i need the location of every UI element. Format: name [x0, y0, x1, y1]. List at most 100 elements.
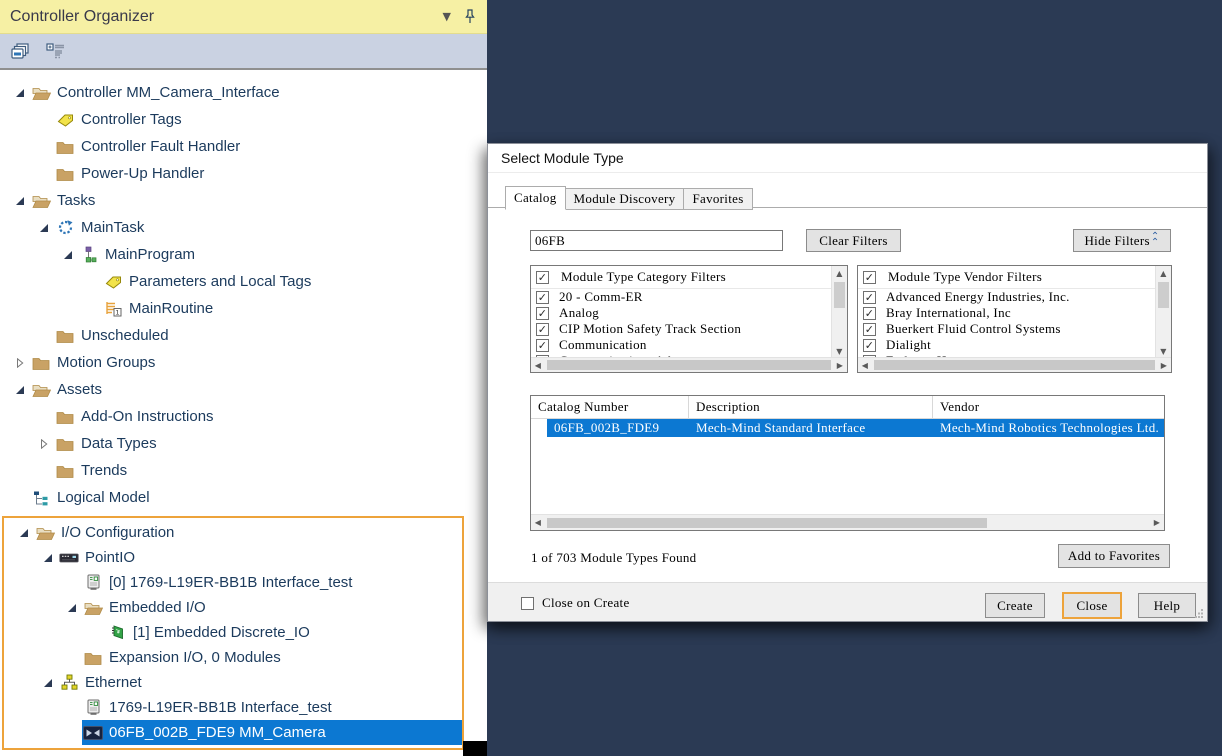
category-filter-horizontal-scrollbar[interactable]: ◀▶: [531, 357, 847, 372]
tree-item-content[interactable]: MainTask: [54, 214, 487, 241]
vendor-filter-item-checkbox[interactable]: ✓: [863, 307, 876, 320]
scroll-thumb[interactable]: [547, 518, 987, 528]
vendor-filter-item[interactable]: ✓Dialight: [858, 337, 1156, 353]
tree-item-content[interactable]: Ethernet: [58, 670, 462, 695]
search-input[interactable]: [530, 230, 783, 251]
tree-expanded-arrow-icon[interactable]: [10, 382, 30, 398]
tree-expanded-arrow-icon[interactable]: [10, 193, 30, 209]
column-header-description[interactable]: Description: [689, 396, 933, 418]
tree-item-content[interactable]: Tasks: [30, 187, 487, 214]
category-filter-item-checkbox[interactable]: ✓: [536, 339, 549, 352]
category-filter-select-all-checkbox[interactable]: ✓: [536, 271, 549, 284]
tree-item[interactable]: 1769-L19ER-BB1B Interface_test: [4, 695, 462, 720]
tree-item-content[interactable]: Power-Up Handler: [54, 160, 487, 187]
tree-item-content[interactable]: Parameters and Local Tags: [102, 268, 487, 295]
results-horizontal-scrollbar[interactable]: ◀▶: [531, 514, 1164, 530]
tree-expanded-arrow-icon[interactable]: [58, 247, 78, 263]
tree-item[interactable]: MainTask: [0, 214, 487, 241]
scroll-right-icon[interactable]: ▶: [833, 361, 847, 370]
tree-expanded-arrow-icon[interactable]: [38, 550, 58, 566]
tree-item-content[interactable]: PointIO: [58, 545, 462, 570]
category-filter-item[interactable]: ✓20 - Comm-ER: [531, 289, 832, 305]
tree-item[interactable]: Controller Tags: [0, 106, 487, 133]
vendor-filter-horizontal-scrollbar[interactable]: ◀▶: [858, 357, 1171, 372]
tree-collapsed-arrow-icon[interactable]: [10, 355, 30, 371]
scroll-thumb[interactable]: [874, 360, 1155, 370]
vendor-filter-item-checkbox[interactable]: ✓: [863, 291, 876, 304]
vendor-filter-item[interactable]: ✓Buerkert Fluid Control Systems: [858, 321, 1156, 337]
tree-item-content[interactable]: 1MainRoutine: [102, 295, 487, 322]
tree-item[interactable]: Parameters and Local Tags: [0, 268, 487, 295]
scroll-thumb[interactable]: [1158, 282, 1169, 308]
tree-item[interactable]: Ethernet: [4, 670, 462, 695]
tree-item-content[interactable]: I/O Configuration: [34, 520, 462, 545]
category-filter-item-checkbox[interactable]: ✓: [536, 323, 549, 336]
tree-item[interactable]: Power-Up Handler: [0, 160, 487, 187]
tree-item-content[interactable]: MainProgram: [78, 241, 487, 268]
tree-item[interactable]: Controller Fault Handler: [0, 133, 487, 160]
category-filter-item-checkbox[interactable]: ✓: [536, 291, 549, 304]
scroll-right-icon[interactable]: ▶: [1150, 518, 1164, 527]
tree-item[interactable]: Tasks: [0, 187, 487, 214]
dialog-titlebar[interactable]: Select Module Type: [488, 144, 1207, 173]
tree-item-content[interactable]: Embedded I/O: [82, 595, 462, 620]
column-header-catalog-number[interactable]: Catalog Number: [531, 396, 689, 418]
scroll-up-icon[interactable]: ▲: [1156, 266, 1171, 280]
category-filter-item[interactable]: ✓Communication: [531, 337, 832, 353]
tree-item[interactable]: MainProgram: [0, 241, 487, 268]
tree-item[interactable]: [1] Embedded Discrete_IO: [4, 620, 462, 645]
tree-item[interactable]: Embedded I/O: [4, 595, 462, 620]
tree-item-content[interactable]: 06FB_002B_FDE9 MM_Camera: [82, 720, 462, 745]
tree-item-content[interactable]: Unscheduled: [54, 322, 487, 349]
tree-item-content[interactable]: Assets: [30, 376, 487, 403]
add-to-favorites-button[interactable]: Add to Favorites: [1058, 544, 1170, 568]
tree-item[interactable]: Trends: [0, 457, 487, 484]
category-filter-item[interactable]: ✓Analog: [531, 305, 832, 321]
results-table-row[interactable]: 06FB_002B_FDE9Mech-Mind Standard Interfa…: [531, 419, 1164, 437]
tree-collapsed-arrow-icon[interactable]: [34, 436, 54, 452]
tree-item-content[interactable]: Add-On Instructions: [54, 403, 487, 430]
tree-item-content[interactable]: Controller MM_Camera_Interface: [30, 79, 487, 106]
vendor-filter-item-checkbox[interactable]: ✓: [863, 339, 876, 352]
tree-item-content[interactable]: Expansion I/O, 0 Modules: [82, 645, 462, 670]
window-menu-chevron-icon[interactable]: ▼: [443, 10, 451, 23]
vendor-filter-item[interactable]: ✓Advanced Energy Industries, Inc.: [858, 289, 1156, 305]
scroll-down-icon[interactable]: ▼: [1156, 344, 1171, 358]
scroll-left-icon[interactable]: ◀: [531, 518, 545, 527]
tree-item-content[interactable]: [0] 1769-L19ER-BB1B Interface_test: [82, 570, 462, 595]
tree-item[interactable]: I/O Configuration: [4, 520, 462, 545]
clear-filters-button[interactable]: Clear Filters: [806, 229, 901, 252]
scroll-down-icon[interactable]: ▼: [832, 344, 847, 358]
tree-item-content[interactable]: Motion Groups: [30, 349, 487, 376]
tree-item[interactable]: Assets: [0, 376, 487, 403]
hide-filters-button[interactable]: Hide Filters ⌃⌃: [1073, 229, 1171, 252]
tree-expanded-arrow-icon[interactable]: [34, 220, 54, 236]
vendor-filter-item-checkbox[interactable]: ✓: [863, 323, 876, 336]
tree-item[interactable]: 06FB_002B_FDE9 MM_Camera: [4, 720, 462, 745]
tree-item-content[interactable]: 1769-L19ER-BB1B Interface_test: [82, 695, 462, 720]
tree-item-content[interactable]: Controller Tags: [54, 106, 487, 133]
tree-item-content[interactable]: [1] Embedded Discrete_IO: [106, 620, 462, 645]
vendor-filter-item[interactable]: ✓Bray International, Inc: [858, 305, 1156, 321]
tree-item[interactable]: Controller MM_Camera_Interface: [0, 79, 487, 106]
tree-expanded-arrow-icon[interactable]: [10, 85, 30, 101]
resize-grip[interactable]: [1194, 608, 1204, 618]
category-filter-vertical-scrollbar[interactable]: ▲▼: [831, 266, 847, 358]
help-button[interactable]: Help: [1138, 593, 1196, 618]
tree-item[interactable]: Motion Groups: [0, 349, 487, 376]
vendor-filter-select-all-checkbox[interactable]: ✓: [863, 271, 876, 284]
category-filter-item[interactable]: ✓CIP Motion Safety Track Section: [531, 321, 832, 337]
scroll-left-icon[interactable]: ◀: [531, 361, 545, 370]
tree-item[interactable]: 1MainRoutine: [0, 295, 487, 322]
tree-item[interactable]: Add-On Instructions: [0, 403, 487, 430]
scroll-right-icon[interactable]: ▶: [1157, 361, 1171, 370]
tab-catalog[interactable]: Catalog: [505, 186, 566, 210]
tree-item-content[interactable]: Logical Model: [30, 484, 487, 511]
close-button[interactable]: Close: [1062, 592, 1122, 619]
tab-module-discovery[interactable]: Module Discovery: [566, 188, 685, 210]
vendor-filter-vertical-scrollbar[interactable]: ▲▼: [1155, 266, 1171, 358]
tree-item[interactable]: Data Types: [0, 430, 487, 457]
tree-item[interactable]: [0] 1769-L19ER-BB1B Interface_test: [4, 570, 462, 595]
cascade-windows-icon[interactable]: [8, 39, 32, 63]
tree-expanded-arrow-icon[interactable]: [14, 525, 34, 541]
